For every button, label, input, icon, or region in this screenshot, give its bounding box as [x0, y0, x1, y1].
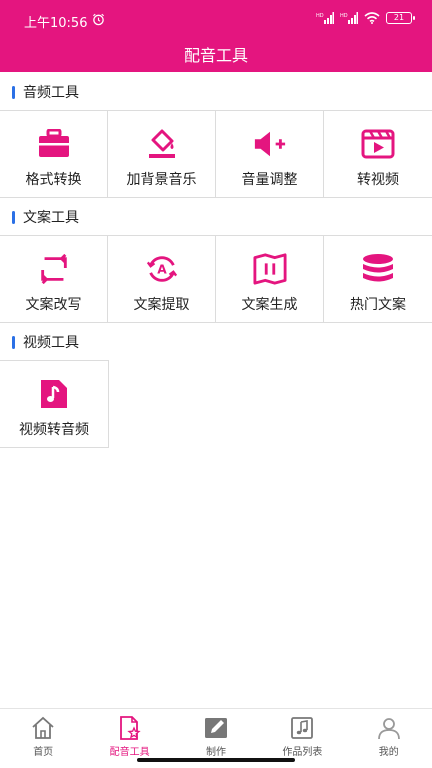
- tool-label: 格式转换: [25, 172, 82, 188]
- tool-to-video[interactable]: 转视频: [324, 111, 432, 197]
- audio-tools-grid: 格式转换 加背景音乐 音量调整 转视频: [0, 110, 432, 198]
- signal-1-label: HD: [316, 13, 324, 19]
- video-tools-grid: 视频转音频: [0, 360, 109, 448]
- section-title-video: 视频工具: [12, 332, 79, 352]
- status-bar: 上午10:56 HD HD 21: [0, 0, 432, 40]
- tool-label: 视频转音频: [19, 422, 89, 438]
- tool-label: 文案生成: [241, 297, 298, 313]
- section-marker: [12, 210, 15, 224]
- section-title-copy-label: 文案工具: [23, 210, 79, 226]
- edit-icon: [204, 718, 227, 738]
- signal-icon: HD: [316, 12, 334, 24]
- section-marker: [12, 335, 15, 349]
- video-clip-icon: [361, 127, 395, 161]
- status-time: 上午10:56: [24, 16, 88, 31]
- battery-icon: 21: [386, 12, 415, 24]
- tool-copy-generate[interactable]: 文案生成: [216, 236, 324, 322]
- tool-format-convert[interactable]: 格式转换: [0, 111, 108, 197]
- paint-bucket-icon: [145, 127, 179, 161]
- swap-arrows-icon: [37, 252, 71, 286]
- music-list-icon: [291, 717, 314, 739]
- tool-label: 加背景音乐: [126, 172, 197, 188]
- tool-copy-extract[interactable]: A 文案提取: [108, 236, 216, 322]
- tab-label: 作品列表: [282, 747, 323, 758]
- tool-label: 转视频: [357, 172, 399, 188]
- section-title-copy: 文案工具: [12, 207, 79, 227]
- tool-volume-adjust[interactable]: 音量调整: [216, 111, 324, 197]
- copy-tools-grid: 文案改写 A 文案提取 文案生成 热门文案: [0, 235, 432, 323]
- section-title-video-label: 视频工具: [23, 335, 79, 351]
- text-recognize-icon: A: [145, 252, 179, 286]
- tab-label: 制作: [205, 747, 226, 758]
- header: 上午10:56 HD HD 21 配音工具: [0, 0, 432, 72]
- svg-text:A: A: [157, 263, 167, 277]
- home-indicator: [137, 758, 295, 762]
- home-icon: [32, 716, 54, 739]
- tool-label: 文案改写: [25, 297, 82, 313]
- dubbing-tool-icon: [119, 716, 141, 740]
- section-title-audio: 音频工具: [12, 82, 79, 102]
- tab-label: 首页: [33, 747, 54, 758]
- section-marker: [12, 85, 15, 99]
- volume-up-icon: [253, 127, 287, 161]
- tab-home[interactable]: 首页: [0, 709, 86, 768]
- page-title: 配音工具: [183, 46, 248, 65]
- tab-label: 我的: [378, 747, 399, 758]
- profile-icon: [377, 718, 400, 740]
- tool-add-bg-music[interactable]: 加背景音乐: [108, 111, 216, 197]
- tool-video-to-audio[interactable]: 视频转音频: [0, 361, 108, 447]
- tool-label: 音量调整: [241, 172, 298, 188]
- tool-copy-rewrite[interactable]: 文案改写: [0, 236, 108, 322]
- signal-2-label: HD: [340, 13, 348, 19]
- status-indicators: HD HD 21: [316, 12, 415, 24]
- wifi-icon: [364, 12, 380, 24]
- tool-hot-copy[interactable]: 热门文案: [324, 236, 432, 322]
- tab-label: 配音工具: [109, 747, 150, 758]
- tool-label: 热门文案: [350, 297, 406, 313]
- book-open-icon: [252, 252, 287, 286]
- database-icon: [361, 252, 395, 286]
- section-title-audio-label: 音频工具: [23, 85, 79, 101]
- tool-label: 文案提取: [133, 297, 190, 313]
- music-file-icon: [37, 377, 71, 411]
- tab-mine[interactable]: 我的: [346, 709, 432, 768]
- alarm-icon: [93, 13, 104, 26]
- toolbox-icon: [37, 127, 71, 161]
- signal-icon-2: HD: [340, 12, 358, 24]
